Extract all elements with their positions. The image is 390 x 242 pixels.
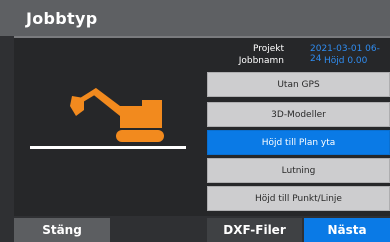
job-name-label: Jobbnamn [238, 56, 284, 66]
menu-item-no-gps[interactable]: Utan GPS [207, 72, 390, 97]
excavator-icon [50, 76, 170, 150]
menu-item-height-to-point-line[interactable]: Höjd till Punkt/Linje [207, 186, 390, 211]
next-button[interactable]: Nästa [304, 218, 390, 242]
close-button[interactable]: Stäng [14, 218, 110, 242]
menu-item-height-to-plane[interactable]: Höjd till Plan yta [207, 130, 390, 155]
page-title: Jobbtyp [26, 9, 98, 28]
project-label: Projekt [252, 44, 284, 54]
ground-line [30, 146, 186, 149]
job-name-value: Höjd 0.00 [324, 56, 368, 66]
dxf-files-button[interactable]: DXF-Filer [207, 218, 302, 242]
menu-item-3d-models[interactable]: 3D-Modeller [207, 102, 390, 127]
menu-item-slope[interactable]: Lutning [207, 158, 390, 183]
title-bar: Jobbtyp [0, 0, 390, 36]
